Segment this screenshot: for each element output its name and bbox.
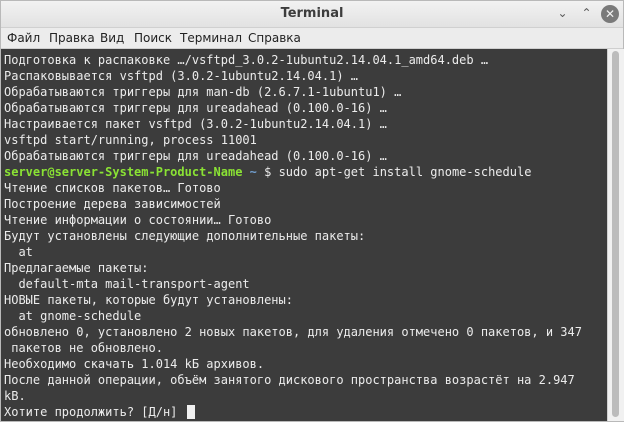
prompt-path: ~ xyxy=(242,165,257,179)
output-line: Обрабатываются триггеры для man-db (2.6.… xyxy=(4,85,402,99)
menu-bar: Файл Правка Вид Поиск Терминал Справка xyxy=(1,28,623,49)
output-line: Построение дерева зависимостей xyxy=(4,197,221,211)
output-line: Обрабатываются триггеры для ureadahead (… xyxy=(4,101,387,115)
prompt-user-host: server@server-System-Product-Name xyxy=(4,165,243,179)
output-line: Настраивается пакет vsftpd (3.0.2-1ubunt… xyxy=(4,117,387,131)
output-line: at gnome-schedule xyxy=(4,309,142,323)
output-line: Необходимо скачать 1.014 kБ архивов. xyxy=(4,357,265,371)
menu-file[interactable]: Файл xyxy=(7,31,40,45)
output-line: Распаковывается vsftpd (3.0.2-1ubuntu2.1… xyxy=(4,69,359,83)
output-line: Будут установлены следующие дополнительн… xyxy=(4,229,366,243)
output-line: Предлагаемые пакеты: xyxy=(4,261,149,275)
window-title: Terminal xyxy=(280,6,344,21)
output-line: at xyxy=(4,245,33,259)
terminal-window: Terminal ⌄ ⌃ ✕ Файл Правка Вид Поиск Тер… xyxy=(0,0,624,422)
maximize-icon[interactable]: ⌃ xyxy=(578,5,595,22)
vertical-scrollbar[interactable] xyxy=(607,49,624,421)
output-line: kB. xyxy=(4,389,26,403)
menu-search[interactable]: Поиск xyxy=(134,31,172,45)
output-line: default-mta mail-transport-agent xyxy=(4,277,250,291)
output-line: Чтение списков пакетов… Готово xyxy=(4,181,221,195)
menu-edit[interactable]: Правка xyxy=(49,31,95,45)
menu-terminal[interactable]: Терминал xyxy=(180,31,242,45)
confirm-prompt: Хотите продолжить? [Д/н] xyxy=(4,405,185,419)
input-prompt-line[interactable]: Хотите продолжить? [Д/н] xyxy=(4,404,195,420)
prompt-symbol: $ xyxy=(256,165,279,179)
output-line: vsftpd start/running, process 11001 xyxy=(4,133,257,147)
title-bar[interactable]: Terminal ⌄ ⌃ ✕ xyxy=(1,1,623,28)
menu-help[interactable]: Справка xyxy=(248,31,301,45)
output-line: Чтение информации о состоянии… Готово xyxy=(4,213,272,227)
output-line: После данной операции, объём занятого ди… xyxy=(4,373,575,387)
output-line: Подготовка к распаковке …/vsftpd_3.0.2-1… xyxy=(4,53,489,67)
output-line: пакетов не обновлено. xyxy=(4,341,163,355)
text-cursor xyxy=(186,405,195,419)
menu-view[interactable]: Вид xyxy=(100,31,124,45)
terminal-output[interactable]: Подготовка к распаковке …/vsftpd_3.0.2-1… xyxy=(1,49,607,421)
scrollbar-thumb[interactable] xyxy=(612,51,619,417)
minimize-icon[interactable]: ⌄ xyxy=(554,5,571,22)
output-line: Обрабатываются триггеры для ureadahead (… xyxy=(4,149,387,163)
output-line: обновлено 0, установлено 2 новых пакетов… xyxy=(4,325,582,339)
prompt-command: sudo apt-get install gnome-schedule xyxy=(278,165,532,179)
close-icon[interactable]: ✕ xyxy=(601,5,619,23)
prompt-line: server@server-System-Product-Name ~ $ su… xyxy=(4,164,531,180)
output-line: НОВЫЕ пакеты, которые будут установлены: xyxy=(4,293,293,307)
